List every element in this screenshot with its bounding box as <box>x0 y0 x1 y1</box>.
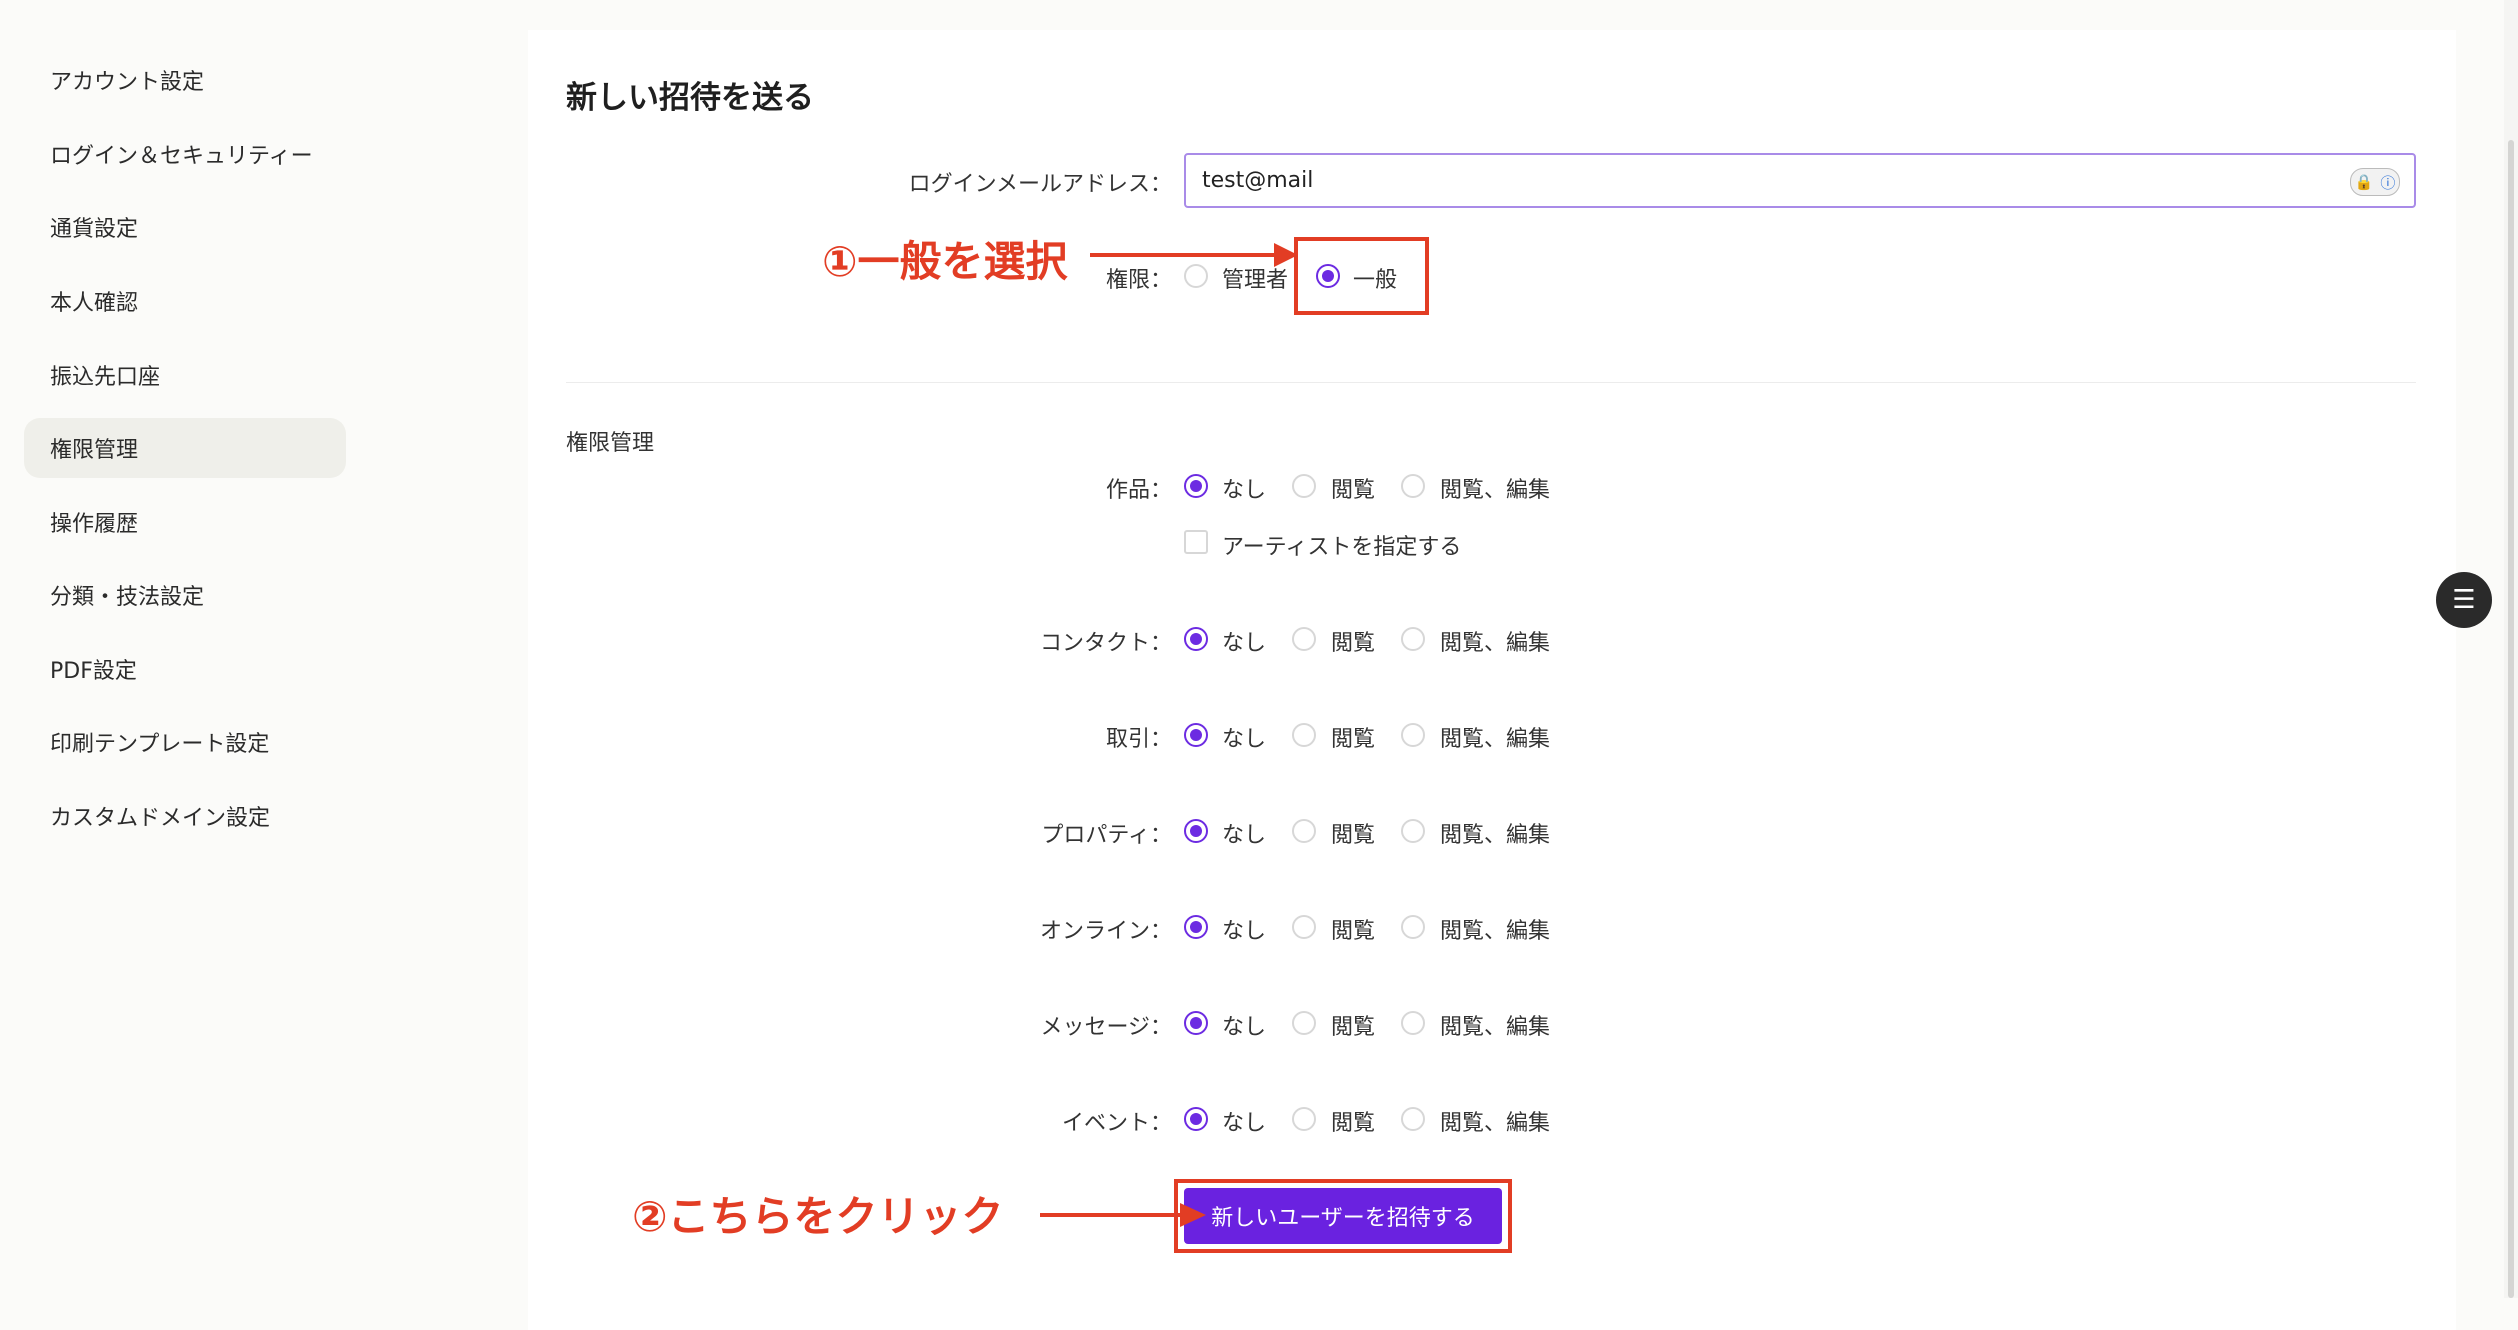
events-edit-label: 閲覧、編集 <box>1440 1111 1551 1136</box>
list-settings-icon: ☰ <box>2452 585 2476 615</box>
sidebar-item-label: ログイン＆セキュリティー <box>50 144 313 169</box>
messages-view-label: 閲覧 <box>1331 1015 1376 1040</box>
sidebar-item-label: 通貨設定 <box>50 217 139 242</box>
properties-edit-label: 閲覧、編集 <box>1440 823 1551 848</box>
permission-label-events: イベント： <box>1061 1111 1172 1136</box>
online-edit-label: 閲覧、編集 <box>1440 919 1551 944</box>
events-none-label: なし <box>1222 1111 1267 1136</box>
events-none-radio[interactable] <box>1184 1107 1208 1131</box>
transactions-view-radio[interactable] <box>1292 723 1316 747</box>
events-view-radio[interactable] <box>1292 1107 1316 1131</box>
properties-edit-radio[interactable] <box>1401 819 1425 843</box>
sidebar-item-label: 操作履歴 <box>50 512 139 537</box>
sidebar-item-bank-account[interactable]: 振込先口座 <box>24 345 346 405</box>
sidebar-item-identity[interactable]: 本人確認 <box>24 271 346 331</box>
sidebar-item-label: PDF設定 <box>50 659 137 684</box>
permission-label-works: 作品： <box>1105 478 1172 503</box>
events-edit-radio[interactable] <box>1401 1107 1425 1131</box>
online-none-label: なし <box>1222 919 1267 944</box>
sidebar-item-label: 振込先口座 <box>50 365 161 390</box>
permissions-section-title: 権限管理 <box>566 431 655 456</box>
works-none-radio[interactable] <box>1184 474 1208 498</box>
artist-checkbox[interactable] <box>1184 530 1208 554</box>
works-view-label: 閲覧 <box>1331 478 1376 503</box>
sidebar-item-pdf[interactable]: PDF設定 <box>24 639 346 699</box>
transactions-none-radio[interactable] <box>1184 723 1208 747</box>
contacts-none-label: なし <box>1222 631 1267 656</box>
works-view-radio[interactable] <box>1292 474 1316 498</box>
lock-icon: 🔒 <box>2354 173 2374 191</box>
events-view-label: 閲覧 <box>1331 1111 1376 1136</box>
online-none-radio[interactable] <box>1184 915 1208 939</box>
properties-view-radio[interactable] <box>1292 819 1316 843</box>
settings-sidebar: アカウント設定 ログイン＆セキュリティー 通貨設定 本人確認 振込先口座 権限管… <box>0 0 360 1298</box>
contacts-view-radio[interactable] <box>1292 627 1316 651</box>
sidebar-item-label: アカウント設定 <box>50 70 205 95</box>
transactions-edit-radio[interactable] <box>1401 723 1425 747</box>
sidebar-item-label: 印刷テンプレート設定 <box>50 732 270 757</box>
contacts-view-label: 閲覧 <box>1331 631 1376 656</box>
annotation-arrow-1 <box>1090 243 1298 267</box>
sidebar-item-label: 分類・技法設定 <box>50 585 205 610</box>
contacts-edit-label: 閲覧、編集 <box>1440 631 1551 656</box>
contacts-none-radio[interactable] <box>1184 627 1208 651</box>
online-view-label: 閲覧 <box>1331 919 1376 944</box>
sidebar-item-print-template[interactable]: 印刷テンプレート設定 <box>24 712 346 772</box>
permission-label-properties: プロパティ： <box>1041 823 1172 848</box>
email-label: ログインメールアドレス： <box>908 172 1172 197</box>
annotation-highlight-submit <box>1174 1179 1512 1253</box>
transactions-none-label: なし <box>1222 727 1267 752</box>
sidebar-item-history[interactable]: 操作履歴 <box>24 492 346 552</box>
email-input[interactable] <box>1184 153 2416 208</box>
online-view-radio[interactable] <box>1292 915 1316 939</box>
online-edit-radio[interactable] <box>1401 915 1425 939</box>
floating-menu-button[interactable]: ☰ <box>2436 572 2492 628</box>
page-title: 新しい招待を送る <box>566 80 814 116</box>
properties-none-label: なし <box>1222 823 1267 848</box>
works-edit-radio[interactable] <box>1401 474 1425 498</box>
properties-none-radio[interactable] <box>1184 819 1208 843</box>
section-divider <box>566 382 2416 383</box>
transactions-view-label: 閲覧 <box>1331 727 1376 752</box>
contacts-edit-radio[interactable] <box>1401 627 1425 651</box>
sidebar-item-classification[interactable]: 分類・技法設定 <box>24 565 346 625</box>
artist-checkbox-label: アーティストを指定する <box>1222 535 1462 560</box>
info-icon: ⓘ <box>2380 173 2396 192</box>
password-manager-icon[interactable]: 🔒 ⓘ <box>2350 168 2400 196</box>
properties-view-label: 閲覧 <box>1331 823 1376 848</box>
sidebar-item-login-security[interactable]: ログイン＆セキュリティー <box>24 124 346 184</box>
messages-none-radio[interactable] <box>1184 1011 1208 1035</box>
messages-view-radio[interactable] <box>1292 1011 1316 1035</box>
annotation-highlight-general <box>1294 237 1429 315</box>
sidebar-item-custom-domain[interactable]: カスタムドメイン設定 <box>24 786 346 846</box>
scrollbar-thumb[interactable] <box>2508 140 2514 1298</box>
messages-none-label: なし <box>1222 1015 1267 1040</box>
sidebar-item-permissions[interactable]: 権限管理 <box>24 418 346 478</box>
works-edit-label: 閲覧、編集 <box>1440 478 1551 503</box>
annotation-step2: ②こちらをクリック <box>632 1192 1004 1241</box>
permission-label-online: オンライン： <box>1039 919 1172 944</box>
permission-label-contacts: コンタクト： <box>1039 631 1172 656</box>
sidebar-item-account[interactable]: アカウント設定 <box>24 50 346 110</box>
sidebar-item-currency[interactable]: 通貨設定 <box>24 197 346 257</box>
works-none-label: なし <box>1222 478 1267 503</box>
permission-label-messages: メッセージ： <box>1040 1015 1172 1040</box>
sidebar-item-label: カスタムドメイン設定 <box>50 806 271 831</box>
messages-edit-label: 閲覧、編集 <box>1440 1015 1551 1040</box>
sidebar-item-label: 権限管理 <box>50 438 139 463</box>
permission-label-transactions: 取引： <box>1105 727 1172 752</box>
sidebar-item-label: 本人確認 <box>50 291 139 316</box>
transactions-edit-label: 閲覧、編集 <box>1440 727 1551 752</box>
annotation-step1: ①一般を選択 <box>822 237 1068 286</box>
messages-edit-radio[interactable] <box>1401 1011 1425 1035</box>
